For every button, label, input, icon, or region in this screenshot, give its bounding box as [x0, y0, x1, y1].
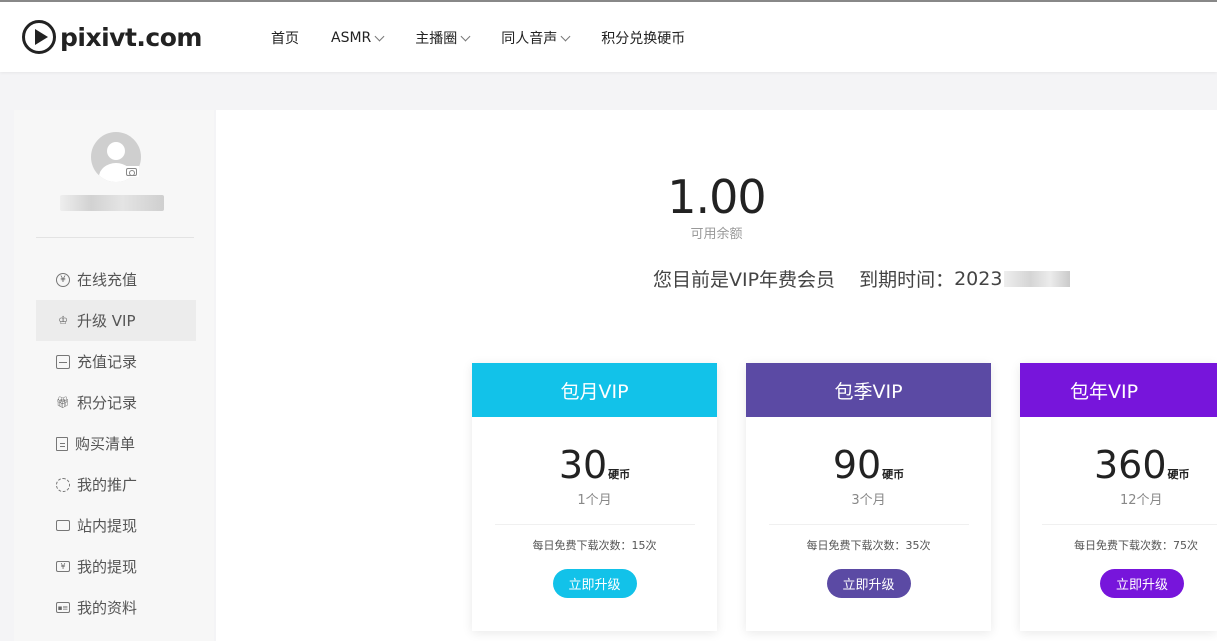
sidebar-item-label: 积分记录 [77, 394, 138, 412]
plan-price: 30硬币 [558, 443, 631, 487]
site-logo[interactable]: pixivt.com [22, 20, 202, 54]
membership-status: 您目前是VIP年费会员 到期时间： 2023 [653, 265, 1071, 292]
chevron-down-icon [374, 31, 385, 41]
share-icon [56, 477, 70, 492]
sidebar-item-my-withdraw[interactable]: ¥ 我的提现 [36, 546, 196, 587]
nav-label: 积分兑换硬币 [601, 31, 686, 47]
balance-amount: 1.00 [667, 170, 766, 224]
plan-title: 包季VIP [746, 363, 991, 417]
nav-item-points-exchange[interactable]: 积分兑换硬币 [585, 28, 701, 48]
plan-title: 包月VIP [472, 363, 717, 417]
nav-label: 同人音声 [501, 31, 558, 47]
sidebar-item-promotion[interactable]: 我的推广 [36, 464, 196, 505]
plan-price: 90硬币 [832, 443, 905, 487]
sidebar-item-recharge[interactable]: ¥ 在线充值 [36, 259, 196, 300]
plan-card-yearly: 包年VIP 360硬币 12个月 每日免费下载次数：75次 立即升级 [1020, 363, 1217, 631]
ticket-icon [56, 520, 70, 531]
sidebar-item-label: 站内提现 [77, 517, 138, 535]
expiry-label: 到期时间： [859, 269, 955, 291]
change-avatar-button[interactable] [125, 166, 139, 177]
expiry-value: 2023 [954, 267, 1003, 290]
plan-title: 包年VIP [1020, 363, 1217, 417]
sidebar-item-label: 升级 VIP [77, 312, 136, 330]
sidebar-menu: ¥ 在线充值 ♔ 升级 VIP 充值记录 🎁︎ 积分记录 购买清单 我的推广 站内提现… [36, 259, 196, 628]
logo-text: pixivt.com [60, 22, 202, 52]
sidebar-item-label: 我的提现 [77, 558, 138, 576]
plan-downloads: 每日免费下载次数：35次 [806, 539, 931, 552]
user-sidebar: ¥ 在线充值 ♔ 升级 VIP 充值记录 🎁︎ 积分记录 购买清单 我的推广 站内提现… [14, 110, 214, 641]
sidebar-item-label: 充值记录 [77, 353, 138, 371]
yen-card-icon: ¥ [56, 561, 70, 572]
nav-item-asmr[interactable]: ASMR [315, 30, 399, 46]
plan-period: 12个月 [1120, 493, 1163, 508]
nav-item-doujin-voice[interactable]: 同人音声 [485, 28, 585, 48]
sidebar-item-recharge-records[interactable]: 充值记录 [36, 341, 196, 382]
plan-downloads: 每日免费下载次数：75次 [1074, 539, 1198, 552]
nav-label: ASMR [331, 30, 372, 46]
plan-period: 3个月 [851, 493, 886, 508]
chevron-down-icon [460, 31, 471, 41]
camera-icon [126, 168, 137, 176]
plan-downloads: 每日免费下载次数：15次 [532, 539, 657, 552]
plan-card-quarterly: 包季VIP 90硬币 3个月 每日免费下载次数：35次 立即升级 [746, 363, 991, 631]
id-card-icon: ▪≡ [56, 602, 70, 613]
play-logo-icon [22, 20, 56, 54]
expiry-redacted [1004, 270, 1071, 287]
sidebar-item-label: 购买清单 [75, 435, 136, 453]
sidebar-item-site-withdraw[interactable]: 站内提现 [36, 505, 196, 546]
sidebar-item-label: 我的推广 [77, 476, 138, 494]
sidebar-item-upgrade-vip[interactable]: ♔ 升级 VIP [36, 300, 196, 341]
sidebar-item-label: 我的资料 [77, 599, 138, 617]
crown-icon: ♔ [58, 314, 68, 327]
sidebar-item-profile[interactable]: ▪≡ 我的资料 [36, 587, 196, 628]
sidebar-item-label: 在线充值 [77, 271, 138, 289]
upgrade-button-quarterly[interactable]: 立即升级 [826, 569, 911, 598]
upgrade-button-monthly[interactable]: 立即升级 [552, 569, 637, 598]
receipt-icon [56, 436, 68, 451]
sidebar-item-points-records[interactable]: 🎁︎ 积分记录 [36, 382, 196, 423]
membership-status-text: 您目前是VIP年费会员 [653, 269, 836, 291]
vip-panel: 1.00 可用余额 您目前是VIP年费会员 到期时间： 2023 包月VIP 3… [216, 110, 1217, 641]
wallet-icon [56, 354, 70, 369]
nav-label: 主播圈 [415, 31, 458, 47]
upgrade-button-yearly[interactable]: 立即升级 [1100, 569, 1184, 598]
sidebar-divider [36, 237, 194, 238]
site-header: pixivt.com 首页 ASMR 主播圈 同人音声 积分兑换硬币 [0, 0, 1217, 72]
main-nav: 首页 ASMR 主播圈 同人音声 积分兑换硬币 [255, 2, 701, 74]
yen-circle-icon: ¥ [56, 272, 70, 287]
plan-price: 360硬币 [1094, 443, 1190, 487]
nav-item-streamers[interactable]: 主播圈 [399, 28, 485, 48]
gift-icon: 🎁︎ [56, 396, 70, 409]
plan-card-monthly: 包月VIP 30硬币 1个月 每日免费下载次数：15次 立即升级 [472, 363, 717, 631]
nav-item-home[interactable]: 首页 [255, 28, 315, 48]
username-redacted [60, 195, 164, 211]
sidebar-item-purchase-list[interactable]: 购买清单 [36, 423, 196, 464]
plan-period: 1个月 [577, 493, 612, 508]
nav-label: 首页 [271, 31, 299, 47]
chevron-down-icon [560, 31, 571, 41]
balance-label: 可用余额 [690, 227, 743, 242]
